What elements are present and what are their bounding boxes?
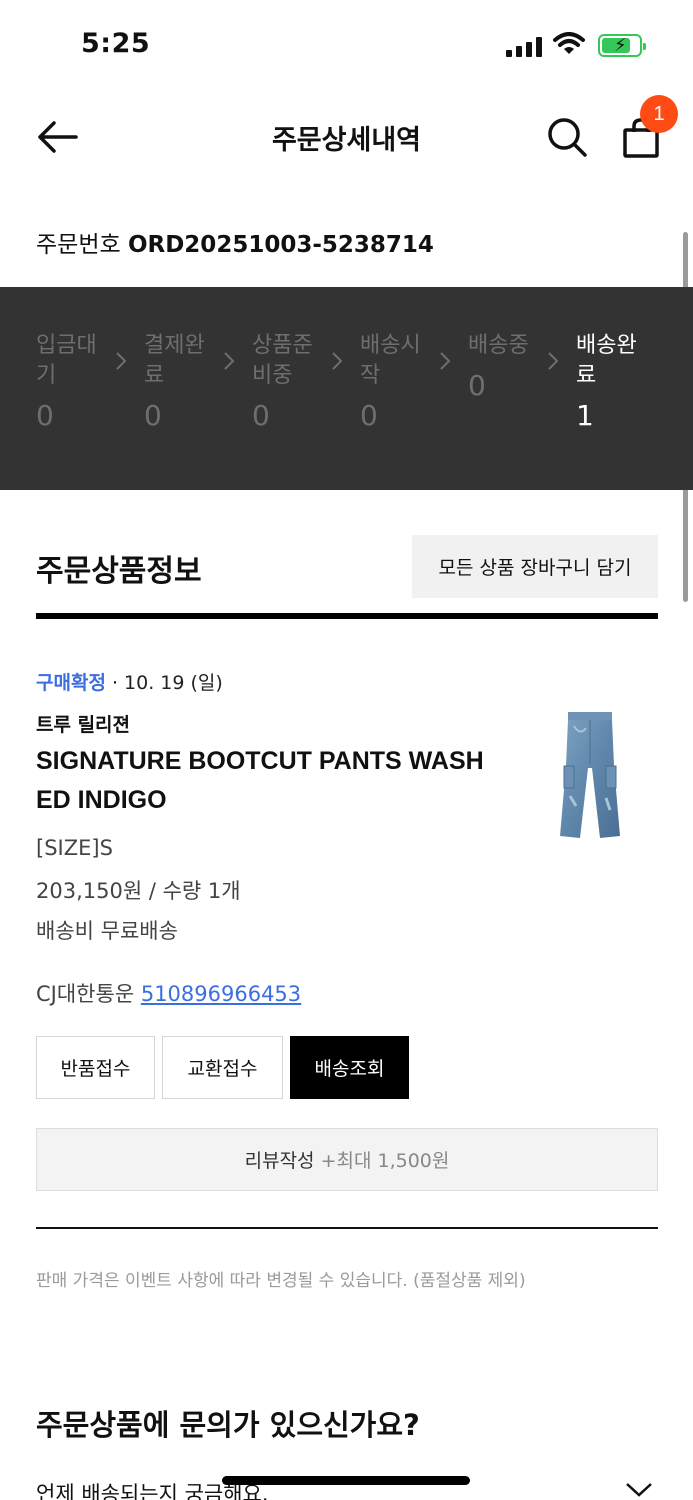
price-notice: 판매 가격은 이벤트 사항에 따라 변경될 수 있습니다. (품절상품 제외) — [36, 1271, 526, 1291]
product-image[interactable] — [550, 706, 630, 846]
exchange-request-button[interactable]: 교환접수 — [162, 1036, 283, 1099]
step-count: 0 — [36, 399, 54, 432]
search-icon[interactable] — [546, 116, 588, 158]
app-header: 주문상세내역 1 — [0, 90, 693, 185]
signal-icon — [506, 37, 544, 57]
step-count: 0 — [144, 399, 162, 432]
order-number-value: ORD20251003-5238714 — [127, 232, 434, 258]
step-label: 상품준 비중 — [252, 333, 313, 388]
cart-count-badge: 1 — [640, 95, 678, 133]
chevron-right-icon — [224, 352, 235, 370]
progress-step-payment-complete: 결제완 료 0 — [144, 331, 224, 432]
chevron-right-icon — [332, 352, 343, 370]
status-separator: · — [105, 672, 125, 694]
order-number: 주문번호 ORD20251003-5238714 — [36, 225, 434, 259]
purchase-status-line: 구매확정 · 10. 19 (일) — [36, 668, 223, 695]
step-count: 0 — [252, 399, 270, 432]
chevron-right-icon — [440, 352, 451, 370]
review-label: 리뷰작성 — [244, 1150, 315, 1172]
tracking-number-link[interactable]: 510896966453 — [141, 982, 301, 1006]
progress-step-shipping-started: 배송시 작 0 — [360, 331, 440, 432]
progress-step-awaiting-deposit: 입금대 기 0 — [36, 331, 116, 432]
step-label: 배송완 료 — [576, 333, 637, 388]
chevron-right-icon — [116, 352, 127, 370]
step-count: 0 — [360, 399, 378, 432]
courier-info: CJ대한통운 510896966453 — [36, 978, 301, 1008]
wifi-icon — [553, 32, 585, 54]
order-number-label: 주문번호 — [36, 232, 121, 258]
step-count: 0 — [468, 369, 486, 402]
progress-step-in-transit: 배송중 0 — [468, 331, 548, 402]
status-bar: 5:25 ⚡ — [0, 0, 693, 90]
product-brand[interactable]: 트루 릴리젼 — [36, 710, 130, 737]
step-label: 결제완 료 — [144, 333, 205, 388]
return-request-button[interactable]: 반품접수 — [36, 1036, 155, 1099]
progress-step-delivered: 배송완 료 1 — [576, 331, 656, 432]
page-title: 주문상세내역 — [271, 125, 422, 156]
purchase-status: 구매확정 — [36, 672, 106, 694]
order-progress-panel: 입금대 기 0 결제완 료 0 상품준 비중 0 배송시 작 0 배송중 0 배… — [0, 287, 693, 490]
home-indicator — [222, 1476, 470, 1485]
divider — [36, 613, 658, 619]
step-count: 1 — [576, 399, 594, 432]
divider — [36, 1227, 658, 1229]
courier-name: CJ대한통운 — [36, 982, 135, 1006]
progress-step-preparing: 상품준 비중 0 — [252, 331, 332, 432]
battery-icon: ⚡ — [598, 34, 646, 57]
add-all-to-cart-button[interactable]: 모든 상품 장바구니 담기 — [412, 535, 658, 598]
section-title: 주문상품정보 — [36, 554, 202, 589]
step-label: 입금대 기 — [36, 333, 97, 388]
review-bonus: +최대 1,500원 — [320, 1150, 450, 1172]
status-time: 5:25 — [81, 28, 151, 59]
write-review-button[interactable]: 리뷰작성 +최대 1,500원 — [36, 1128, 658, 1191]
step-label: 배송시 작 — [360, 333, 421, 388]
product-name[interactable]: SIGNATURE BOOTCUT PANTS WASHED INDIGO — [36, 742, 486, 820]
faq-title: 주문상품에 문의가 있으신가요? — [36, 1408, 420, 1442]
chevron-down-icon[interactable] — [625, 1482, 653, 1498]
track-delivery-button[interactable]: 배송조회 — [290, 1036, 409, 1099]
product-price-quantity: 203,150원 / 수량 1개 — [36, 879, 241, 903]
chevron-right-icon — [548, 352, 559, 370]
step-label: 배송중 — [468, 333, 529, 358]
product-option: [SIZE]S — [36, 836, 113, 860]
purchase-date: 10. 19 (일) — [124, 672, 223, 694]
shipping-fee: 배송비 무료배송 — [36, 919, 178, 943]
